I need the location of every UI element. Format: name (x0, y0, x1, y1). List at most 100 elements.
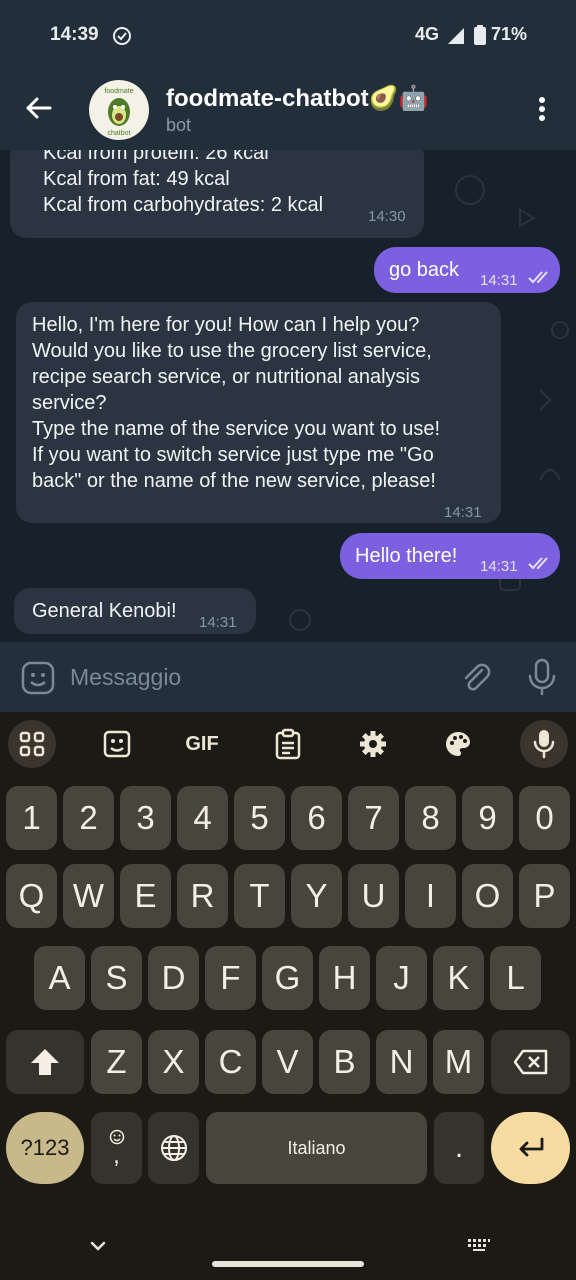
back-arrow-icon[interactable] (22, 92, 54, 124)
symbols-key[interactable]: ?123 (6, 1112, 84, 1184)
key-t[interactable]: T (234, 864, 285, 928)
key-w[interactable]: W (63, 864, 114, 928)
gif-button[interactable]: GIF (178, 720, 226, 768)
home-indicator[interactable] (212, 1261, 364, 1267)
avatar[interactable]: foodmate chatbot (89, 80, 149, 140)
key-y[interactable]: Y (291, 864, 342, 928)
key-5[interactable]: 5 (234, 786, 285, 850)
message-text: Hello there! (355, 545, 458, 567)
chat-title[interactable]: foodmate-chatbot🥑🤖 (166, 84, 428, 113)
key-k[interactable]: K (433, 946, 484, 1010)
key-1[interactable]: 1 (6, 786, 57, 850)
emoji-comma-key[interactable]: , (91, 1112, 142, 1184)
key-l[interactable]: L (490, 946, 541, 1010)
message-text-line: General Kenobi! (32, 600, 177, 622)
message-input[interactable] (70, 660, 440, 694)
message-text-line: Would you like to use the grocery list s… (32, 340, 432, 362)
key-j[interactable]: J (376, 946, 427, 1010)
hide-keyboard-chevron-icon[interactable] (89, 1240, 107, 1252)
key-d[interactable]: D (148, 946, 199, 1010)
message-composer (0, 642, 576, 712)
palette-icon (446, 732, 471, 756)
key-p[interactable]: P (519, 864, 570, 928)
key-6[interactable]: 6 (291, 786, 342, 850)
key-h[interactable]: H (319, 946, 370, 1010)
keyboard: GIF 1 2 3 4 5 6 7 8 9 0 Q W E R T Y U I … (0, 712, 576, 1280)
key-r[interactable]: R (177, 864, 228, 928)
message-list[interactable]: Kcal from protein: 26 kcal Kcal from fat… (0, 150, 576, 642)
key-e[interactable]: E (120, 864, 171, 928)
globe-icon (160, 1135, 187, 1161)
key-g[interactable]: G (262, 946, 313, 1010)
svg-text:chatbot: chatbot (108, 130, 131, 137)
voice-input-button[interactable] (520, 720, 568, 768)
key-o[interactable]: O (462, 864, 513, 928)
chat-header: foodmate chatbot foodmate-chatbot🥑🤖 bot (0, 72, 576, 150)
message-text-line: Kcal from fat: 49 kcal (43, 168, 230, 190)
enter-key[interactable] (491, 1112, 570, 1184)
attach-paperclip-icon[interactable] (458, 660, 492, 694)
key-v[interactable]: V (262, 1030, 313, 1094)
chat-subtitle: bot (166, 115, 192, 135)
double-check-icon (528, 271, 548, 284)
key-0[interactable]: 0 (519, 786, 570, 850)
avocado-logo-icon: foodmate chatbot (104, 88, 133, 137)
message-text-line: recipe search service, or nutritional an… (32, 366, 420, 388)
microphone-icon[interactable] (526, 658, 558, 696)
message-incoming[interactable]: Kcal from protein: 26 kcal Kcal from fat… (10, 150, 424, 238)
language-key[interactable] (148, 1112, 199, 1184)
key-9[interactable]: 9 (462, 786, 513, 850)
clipboard-icon (275, 728, 301, 760)
message-time: 14:31 (199, 614, 237, 631)
message-text-line: Type the name of the service you want to… (32, 418, 441, 440)
message-text-line: back" or the name of the new service, pl… (32, 470, 436, 492)
message-time: 14:31 (480, 272, 518, 289)
comma-label: , (113, 1142, 120, 1169)
message-incoming[interactable]: Hello, I'm here for you! How can I help … (16, 302, 501, 523)
key-f[interactable]: F (205, 946, 256, 1010)
key-m[interactable]: M (433, 1030, 484, 1094)
key-i[interactable]: I (405, 864, 456, 928)
status-bar: 14:39 4G 71% (0, 0, 576, 72)
key-a[interactable]: A (34, 946, 85, 1010)
key-s[interactable]: S (91, 946, 142, 1010)
message-time: 14:31 (444, 504, 482, 521)
key-7[interactable]: 7 (348, 786, 399, 850)
svg-text:foodmate: foodmate (104, 88, 133, 95)
signal-icon (448, 28, 464, 44)
period-key[interactable]: . (434, 1112, 484, 1184)
key-3[interactable]: 3 (120, 786, 171, 850)
message-text-line: If you want to switch service just type … (32, 444, 434, 466)
sticker-emoji-icon[interactable] (20, 660, 56, 696)
backspace-key[interactable] (491, 1030, 570, 1094)
key-z[interactable]: Z (91, 1030, 142, 1094)
key-b[interactable]: B (319, 1030, 370, 1094)
key-u[interactable]: U (348, 864, 399, 928)
message-outgoing[interactable]: go back 14:31 (374, 247, 560, 293)
key-4[interactable]: 4 (177, 786, 228, 850)
enter-arrow-icon (519, 1137, 543, 1157)
settings-button[interactable] (349, 720, 397, 768)
sticker-button[interactable] (93, 720, 141, 768)
microphone-icon (533, 730, 555, 759)
message-outgoing[interactable]: Hello there! 14:31 (340, 533, 560, 579)
check-circle-icon (113, 27, 131, 45)
key-x[interactable]: X (148, 1030, 199, 1094)
shift-key[interactable] (6, 1030, 84, 1094)
keyboard-switch-icon[interactable] (467, 1238, 491, 1252)
more-vert-icon[interactable] (530, 94, 554, 124)
apps-grid-button[interactable] (8, 720, 56, 768)
space-key[interactable]: Italiano (206, 1112, 427, 1184)
key-c[interactable]: C (205, 1030, 256, 1094)
message-text: go back (389, 259, 460, 281)
message-incoming[interactable]: General Kenobi! 14:31 (14, 588, 256, 634)
theme-button[interactable] (434, 720, 482, 768)
sticker-icon (103, 730, 131, 758)
key-q[interactable]: Q (6, 864, 57, 928)
backspace-icon (513, 1049, 547, 1075)
key-n[interactable]: N (376, 1030, 427, 1094)
key-8[interactable]: 8 (405, 786, 456, 850)
navigation-bar (0, 1208, 576, 1280)
clipboard-button[interactable] (264, 720, 312, 768)
key-2[interactable]: 2 (63, 786, 114, 850)
